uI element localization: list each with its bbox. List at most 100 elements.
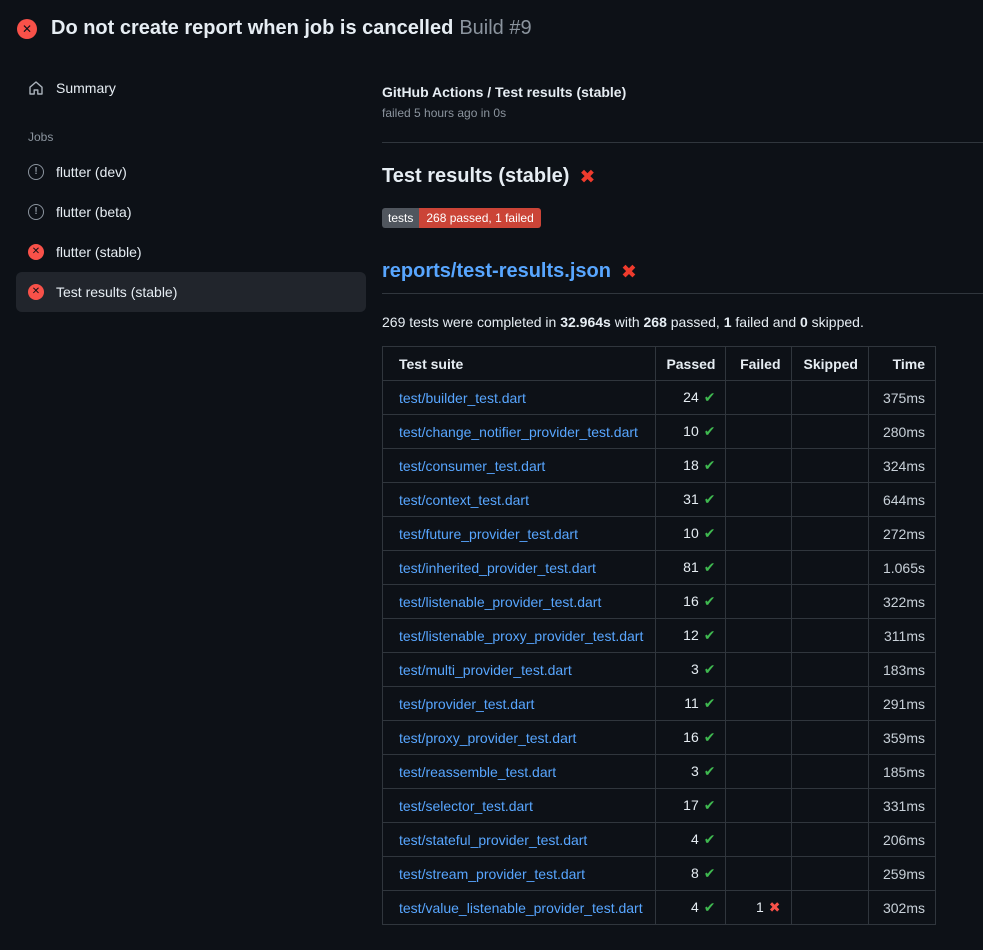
time-cell: 324ms	[869, 449, 936, 483]
test-suite-link[interactable]: test/change_notifier_provider_test.dart	[399, 424, 638, 440]
badge-label: tests	[382, 208, 419, 228]
tests-badge: tests 268 passed, 1 failed	[382, 208, 541, 228]
table-row: test/consumer_test.dart 18✔ 324ms	[383, 449, 936, 483]
skipped-cell	[791, 721, 868, 755]
test-suite-link[interactable]: test/stateful_provider_test.dart	[399, 832, 587, 848]
table-header-row: Test suite Passed Failed Skipped Time	[383, 347, 936, 381]
time-cell: 291ms	[869, 687, 936, 721]
test-suite-cell: test/builder_test.dart	[383, 381, 656, 415]
test-suite-link[interactable]: test/provider_test.dart	[399, 696, 534, 712]
failed-status-icon: ✕	[28, 244, 44, 260]
sidebar-summary-label: Summary	[56, 80, 116, 96]
test-suite-link[interactable]: test/builder_test.dart	[399, 390, 526, 406]
table-row: test/listenable_proxy_provider_test.dart…	[383, 619, 936, 653]
check-icon: ✔	[704, 832, 716, 848]
test-suite-link[interactable]: test/stream_provider_test.dart	[399, 866, 585, 882]
failed-cell	[726, 755, 791, 789]
test-suite-cell: test/proxy_provider_test.dart	[383, 721, 656, 755]
test-suite-cell: test/listenable_proxy_provider_test.dart	[383, 619, 656, 653]
skipped-cell	[791, 755, 868, 789]
test-suite-link[interactable]: test/future_provider_test.dart	[399, 526, 578, 542]
time-cell: 206ms	[869, 823, 936, 857]
passed-cell: 18✔	[656, 449, 726, 483]
test-suite-link[interactable]: test/listenable_provider_test.dart	[399, 594, 601, 610]
sidebar-item-flutter-beta[interactable]: ! flutter (beta)	[16, 192, 366, 232]
passed-cell: 10✔	[656, 517, 726, 551]
breadcrumb: GitHub Actions / Test results (stable)	[382, 84, 983, 100]
failed-cell	[726, 551, 791, 585]
skipped-cell	[791, 653, 868, 687]
test-suite-link[interactable]: test/context_test.dart	[399, 492, 529, 508]
summary-failed-text: failed and	[732, 314, 801, 330]
cross-icon: ✖	[769, 900, 781, 916]
failed-cell	[726, 653, 791, 687]
summary-with: with	[611, 314, 644, 330]
failed-x-icon: ✖	[579, 166, 595, 188]
check-icon: ✔	[704, 696, 716, 712]
skipped-cell	[791, 381, 868, 415]
test-suite-cell: test/listenable_provider_test.dart	[383, 585, 656, 619]
time-cell: 322ms	[869, 585, 936, 619]
failed-cell	[726, 483, 791, 517]
failed-cell	[726, 585, 791, 619]
sidebar-item-label: flutter (stable)	[56, 244, 142, 260]
failed-cell	[726, 449, 791, 483]
test-suite-link[interactable]: test/inherited_provider_test.dart	[399, 560, 596, 576]
test-suite-link[interactable]: test/proxy_provider_test.dart	[399, 730, 576, 746]
test-suite-cell: test/provider_test.dart	[383, 687, 656, 721]
col-header-passed: Passed	[656, 347, 726, 381]
passed-cell: 17✔	[656, 789, 726, 823]
test-suite-link[interactable]: test/value_listenable_provider_test.dart	[399, 900, 643, 916]
sidebar-item-flutter-stable[interactable]: ✕ flutter (stable)	[16, 232, 366, 272]
table-row: test/value_listenable_provider_test.dart…	[383, 891, 936, 925]
summary-failed-count: 1	[724, 314, 732, 330]
skipped-cell	[791, 483, 868, 517]
table-row: test/stateful_provider_test.dart 4✔ 206ms	[383, 823, 936, 857]
test-suite-link[interactable]: test/multi_provider_test.dart	[399, 662, 572, 678]
passed-cell: 4✔	[656, 823, 726, 857]
passed-cell: 4✔	[656, 891, 726, 925]
test-suite-cell: test/consumer_test.dart	[383, 449, 656, 483]
sidebar-item-label: flutter (dev)	[56, 164, 127, 180]
passed-cell: 11✔	[656, 687, 726, 721]
failed-cell	[726, 687, 791, 721]
table-row: test/multi_provider_test.dart3✔183ms	[383, 653, 936, 687]
report-file-link[interactable]: reports/test-results.json ✖	[382, 260, 637, 283]
check-icon: ✔	[704, 662, 716, 678]
failed-cell	[726, 381, 791, 415]
header-divider	[382, 142, 983, 143]
sidebar-item-flutter-dev[interactable]: ! flutter (dev)	[16, 152, 366, 192]
jobs-section-label: Jobs	[28, 130, 366, 144]
sidebar-item-summary[interactable]: Summary	[16, 68, 366, 108]
test-suite-link[interactable]: test/listenable_proxy_provider_test.dart	[399, 628, 643, 644]
time-cell: 302ms	[869, 891, 936, 925]
time-cell: 331ms	[869, 789, 936, 823]
test-suite-cell: test/value_listenable_provider_test.dart	[383, 891, 656, 925]
test-suite-cell: test/stream_provider_test.dart	[383, 857, 656, 891]
check-icon: ✔	[704, 526, 716, 542]
time-cell: 259ms	[869, 857, 936, 891]
failed-status-icon: ✕	[28, 284, 44, 300]
test-suite-cell: test/change_notifier_provider_test.dart	[383, 415, 656, 449]
test-suite-cell: test/context_test.dart	[383, 483, 656, 517]
failed-cell	[726, 721, 791, 755]
skipped-cell	[791, 891, 868, 925]
run-status-line: failed 5 hours ago in 0s	[382, 106, 983, 120]
test-suite-link[interactable]: test/reassemble_test.dart	[399, 764, 556, 780]
summary-duration: 32.964s	[560, 314, 611, 330]
time-cell: 359ms	[869, 721, 936, 755]
sidebar-item-test-results-stable[interactable]: ✕ Test results (stable)	[16, 272, 366, 312]
summary-suffix: skipped.	[808, 314, 864, 330]
test-suite-cell: test/inherited_provider_test.dart	[383, 551, 656, 585]
passed-cell: 12✔	[656, 619, 726, 653]
report-heading: reports/test-results.json ✖	[382, 260, 983, 294]
home-icon	[28, 80, 44, 96]
test-suite-cell: test/future_provider_test.dart	[383, 517, 656, 551]
test-suite-link[interactable]: test/selector_test.dart	[399, 798, 533, 814]
check-icon: ✔	[704, 492, 716, 508]
check-icon: ✔	[704, 730, 716, 746]
skipped-cell	[791, 415, 868, 449]
check-icon: ✔	[704, 594, 716, 610]
table-row: test/context_test.dart31✔644ms	[383, 483, 936, 517]
test-suite-link[interactable]: test/consumer_test.dart	[399, 458, 545, 474]
